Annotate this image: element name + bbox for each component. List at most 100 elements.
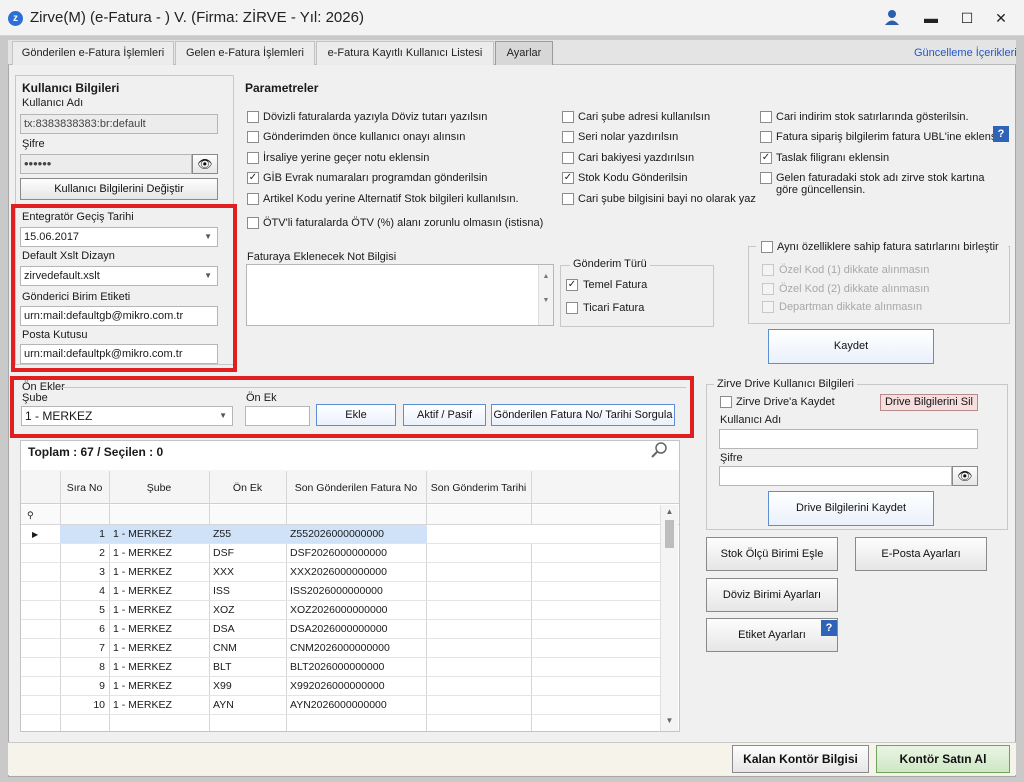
param-checkbox[interactable] [562, 111, 574, 123]
ticari-fatura-checkbox[interactable] [566, 302, 578, 314]
table-cell: 6 [99, 623, 105, 635]
drive-save-checkbox[interactable] [720, 396, 732, 408]
param-label: Dövizli faturalarda yazıyla Döviz tutarı… [263, 111, 488, 123]
param-label: GİB Evrak numaraları programdan gönderil… [263, 172, 488, 184]
grid-column-header[interactable]: Ön Ek [209, 479, 286, 498]
merge-rows-checkbox[interactable] [761, 241, 773, 253]
table-cell: 1 - MERKEZ [113, 566, 172, 578]
param-checkbox[interactable]: ✓ [760, 152, 772, 164]
drive-delete-button[interactable]: Drive Bilgilerini Sil [880, 394, 978, 411]
stock-unit-button[interactable]: Stok Ölçü Birimi Eşle [706, 537, 838, 571]
send-type-group [560, 265, 714, 327]
scroll-down-arrow[interactable]: ▼ [661, 716, 678, 725]
table-cell: CNM2026000000000 [290, 642, 390, 654]
maximize-button[interactable]: ☐ [954, 8, 980, 28]
user-info-title: Kullanıcı Bilgileri [22, 81, 120, 95]
table-cell: 1 - MERKEZ [113, 528, 172, 540]
show-password-button[interactable]: 👁 [192, 154, 218, 174]
param-checkbox[interactable] [562, 152, 574, 164]
param-label: İrsaliye yerine geçer notu eklensin [263, 152, 430, 164]
grid-column-header[interactable]: Şube [109, 479, 209, 498]
parameters-title: Parametreler [245, 81, 319, 95]
password-field[interactable]: •••••• [20, 154, 192, 174]
drive-save-label: Zirve Drive'a Kaydet [736, 396, 835, 408]
param-checkbox[interactable] [562, 131, 574, 143]
temel-fatura-checkbox[interactable]: ✓ [566, 279, 578, 291]
table-cell [430, 696, 529, 715]
param-checkbox[interactable]: ✓ [562, 172, 574, 184]
table-cell: 9 [99, 680, 105, 692]
scroll-up-arrow[interactable]: ▲ [661, 507, 678, 516]
table-cell: 1 - MERKEZ [113, 604, 172, 616]
table-cell [430, 620, 529, 639]
remaining-credit-button[interactable]: Kalan Kontör Bilgisi [732, 745, 869, 773]
prefixes-highlight-box [10, 376, 694, 438]
grid-column-header[interactable]: Son Gönderilen Fatura No [286, 479, 426, 498]
grid-column-header[interactable]: Sıra No [60, 479, 109, 498]
param-checkbox[interactable] [760, 111, 772, 123]
param-checkbox[interactable] [247, 131, 259, 143]
save-parameters-button[interactable]: Kaydet [768, 329, 934, 364]
param-checkbox[interactable]: ✓ [247, 172, 259, 184]
grid-column-header[interactable]: Son Gönderim Tarihi [426, 479, 531, 498]
eye-icon: 👁 [197, 157, 213, 171]
tab-received-invoices[interactable]: Gelen e-Fatura İşlemleri [175, 41, 315, 65]
eye-icon: 👁 [957, 469, 973, 483]
table-cell: 1 - MERKEZ [113, 642, 172, 654]
param-label: Stok Kodu Gönderilsin [578, 172, 688, 184]
drive-show-password-button[interactable]: 👁 [952, 466, 978, 486]
note-scrollbar[interactable]: ▲ ▼ [538, 265, 553, 325]
table-cell: 1 - MERKEZ [113, 547, 172, 559]
param-checkbox[interactable] [247, 217, 259, 229]
email-settings-button[interactable]: E-Posta Ayarları [855, 537, 987, 571]
drive-password-field[interactable] [719, 466, 952, 486]
param-checkbox[interactable] [247, 111, 259, 123]
update-contents-link[interactable]: Güncelleme İçerikleri [914, 47, 1017, 59]
table-cell [430, 658, 529, 677]
send-type-title: Gönderim Türü [570, 258, 650, 270]
change-user-info-button[interactable]: Kullanıcı Bilgilerini Değiştir [20, 178, 218, 200]
param-checkbox[interactable] [562, 193, 574, 205]
buy-credit-button[interactable]: Kontör Satın Al [876, 745, 1010, 773]
drive-save-button[interactable]: Drive Bilgilerini Kaydet [768, 491, 934, 526]
param-checkbox[interactable] [760, 131, 772, 143]
departman-checkbox[interactable] [762, 301, 774, 313]
table-cell: BLT [213, 661, 232, 673]
ozel-kod-1-checkbox[interactable] [762, 264, 774, 276]
ozel-kod-2-checkbox[interactable] [762, 283, 774, 295]
table-cell: CNM [213, 642, 237, 654]
table-cell [430, 525, 529, 544]
table-cell: 1 - MERKEZ [113, 680, 172, 692]
table-cell: DSA2026000000000 [290, 623, 388, 635]
param-checkbox[interactable] [760, 172, 772, 184]
label-help-icon[interactable]: ? [821, 620, 837, 636]
search-icon[interactable] [650, 440, 670, 460]
minimize-button[interactable]: ▬ [918, 8, 944, 28]
param-checkbox[interactable] [247, 152, 259, 164]
ubl-help-icon[interactable]: ? [993, 126, 1009, 142]
username-label: Kullanıcı Adı [22, 97, 84, 109]
table-cell: AYN [213, 699, 234, 711]
username-field[interactable]: tx:8383838383:br:default [20, 114, 218, 134]
grid-scrollbar[interactable]: ▲ ▼ [660, 505, 678, 731]
tab-settings[interactable]: Ayarlar [495, 41, 553, 65]
drive-title: Zirve Drive Kullanıcı Bilgileri [714, 378, 857, 390]
label-settings-button[interactable]: Etiket Ayarları [706, 618, 838, 652]
close-button[interactable]: ✕ [988, 8, 1014, 28]
param-checkbox[interactable] [247, 193, 259, 205]
tab-registered-users[interactable]: e-Fatura Kayıtlı Kullanıcı Listesi [316, 41, 494, 65]
table-cell: 1 [99, 528, 105, 540]
note-textarea[interactable] [246, 264, 554, 326]
drive-username-field[interactable] [719, 429, 978, 449]
table-cell: XOZ [213, 604, 235, 616]
table-cell: XXX2026000000000 [290, 566, 387, 578]
tab-sent-invoices[interactable]: Gönderilen e-Fatura İşlemleri [12, 41, 174, 65]
scroll-thumb[interactable] [665, 520, 674, 548]
merge-rows-label: Aynı özelliklere sahip fatura satırların… [777, 241, 999, 253]
table-cell: Z552026000000000 [290, 528, 385, 540]
user-icon[interactable] [883, 8, 901, 28]
table-cell: DSA [213, 623, 235, 635]
filter-icon[interactable]: ⚲ [27, 506, 34, 525]
currency-settings-button[interactable]: Döviz Birimi Ayarları [706, 578, 838, 612]
grid-filter-row [21, 505, 679, 525]
